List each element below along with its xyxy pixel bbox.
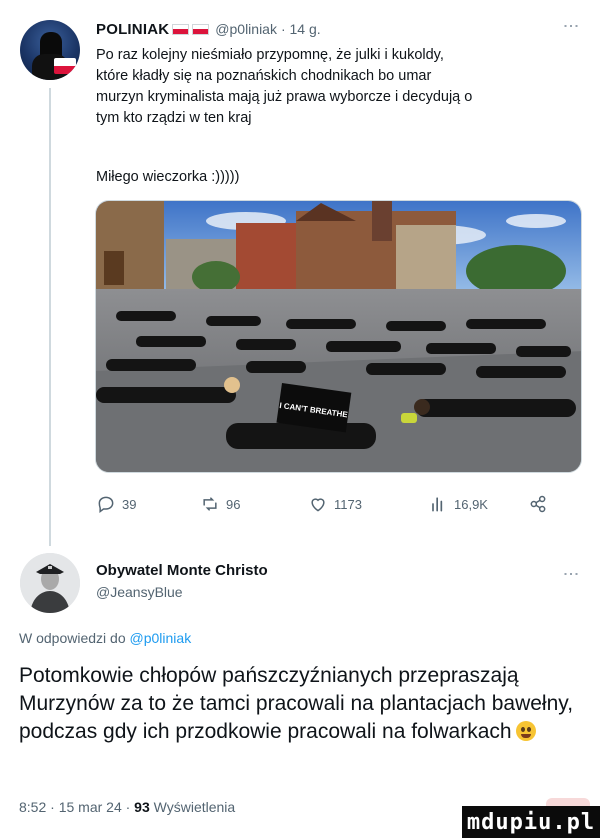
watermark-decoration bbox=[546, 798, 590, 806]
reply-meta: 8:52 · 15 mar 24 · 93 Wyświetlenia bbox=[19, 799, 235, 815]
avatar[interactable] bbox=[20, 553, 80, 613]
thread-line bbox=[49, 88, 51, 546]
reply-context: W odpowiedzi do @p0liniak bbox=[19, 630, 192, 646]
share-icon bbox=[530, 495, 546, 513]
more-icon[interactable]: ⋮ bbox=[561, 566, 580, 582]
reply-views-label: Wyświetlenia bbox=[153, 799, 236, 815]
author-name[interactable]: POLINIAK bbox=[96, 21, 169, 38]
tweet-header: POLINIAK @p0liniak · 14 g. bbox=[96, 20, 321, 38]
retweet-count: 96 bbox=[226, 496, 241, 512]
reply-icon bbox=[98, 496, 114, 513]
reply-views-count: 93 bbox=[134, 799, 150, 815]
watermark: mdupiu.pl bbox=[462, 806, 600, 838]
author-name[interactable]: Obywatel Monte Christo bbox=[96, 562, 268, 580]
reply-count: 39 bbox=[122, 496, 137, 512]
flag-icon bbox=[54, 58, 76, 74]
avatar[interactable] bbox=[20, 20, 80, 80]
reply-to-link[interactable]: @p0liniak bbox=[130, 630, 192, 646]
like-icon bbox=[311, 498, 325, 512]
like-count: 1173 bbox=[334, 496, 362, 512]
tweet-text: Po raz kolejny nieśmiało przypomnę, że j… bbox=[96, 47, 473, 126]
tweet-actions: 39 96 1173 16,9K bbox=[96, 494, 546, 518]
more-icon[interactable]: ⋮ bbox=[561, 18, 580, 33]
reply-timestamp[interactable]: 8:52 · 15 mar 24 · bbox=[19, 799, 134, 815]
poland-flag-icon bbox=[192, 23, 210, 35]
like-button[interactable]: 1173 bbox=[308, 494, 362, 514]
share-button[interactable] bbox=[528, 494, 548, 514]
author-handle[interactable]: @p0liniak bbox=[215, 21, 277, 37]
tweet-time[interactable]: · 14 g. bbox=[281, 21, 321, 37]
tweet-text-line: Miłego wieczorka :))))) bbox=[96, 169, 240, 185]
author-handle[interactable]: @JeansyBlue bbox=[96, 582, 268, 602]
views-button[interactable]: 16,9K bbox=[428, 494, 488, 514]
grinning-emoji-icon bbox=[515, 721, 536, 741]
retweet-button[interactable]: 96 bbox=[200, 494, 240, 514]
retweet-icon bbox=[203, 497, 217, 511]
views-icon bbox=[432, 497, 443, 512]
tweet-photo[interactable]: I CAN'T BREATHE bbox=[95, 200, 582, 473]
views-count: 16,9K bbox=[454, 496, 488, 512]
poland-flag-icon bbox=[172, 23, 190, 35]
reply-button[interactable]: 39 bbox=[96, 494, 136, 514]
reply-text: Potomkowie chłopów pańszczyźnianych prze… bbox=[19, 664, 574, 743]
reply-header: Obywatel Monte Christo @JeansyBlue bbox=[96, 562, 268, 602]
